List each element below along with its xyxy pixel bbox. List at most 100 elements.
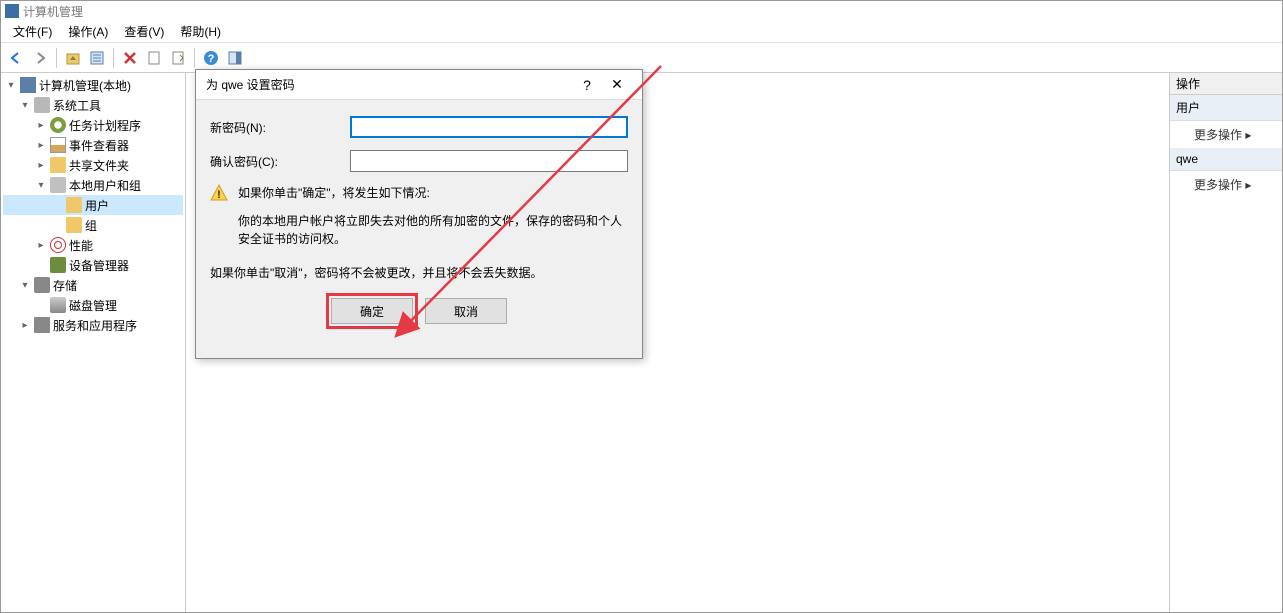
tree-label: 事件查看器	[69, 137, 129, 154]
tree-label: 本地用户和组	[69, 177, 141, 194]
tree-label: 设备管理器	[69, 257, 129, 274]
tools-icon	[34, 97, 50, 113]
help-icon[interactable]: ?	[572, 75, 602, 95]
up-button[interactable]	[62, 47, 84, 69]
expand-icon[interactable]: ▸	[35, 159, 47, 171]
users-group-icon	[50, 177, 66, 193]
collapse-icon[interactable]: ▾	[35, 179, 47, 191]
disk-icon	[50, 297, 66, 313]
set-password-dialog: 为 qwe 设置密码 ? ✕ 新密码(N): 确认密码(C): ! 如果你单击"…	[195, 69, 643, 359]
tree-device-manager[interactable]: 设备管理器	[3, 255, 183, 275]
computer-icon	[20, 77, 36, 93]
show-actions-button[interactable]	[224, 47, 246, 69]
expand-icon[interactable]: ▸	[35, 119, 47, 131]
close-icon[interactable]: ✕	[602, 75, 632, 95]
folder-open-icon	[66, 197, 82, 213]
actions-more-qwe[interactable]: 更多操作 ▸	[1170, 171, 1282, 198]
storage-icon	[34, 277, 50, 293]
tree-task-scheduler[interactable]: ▸ 任务计划程序	[3, 115, 183, 135]
export-button[interactable]	[167, 47, 189, 69]
app-window: 计算机管理 文件(F) 操作(A) 查看(V) 帮助(H) ? ▾计算机管理(本…	[0, 0, 1283, 613]
dialog-titlebar[interactable]: 为 qwe 设置密码 ? ✕	[196, 70, 642, 100]
tree-root[interactable]: ▾计算机管理(本地)	[3, 75, 183, 95]
tree-label: 任务计划程序	[69, 117, 141, 134]
folder-icon	[66, 217, 82, 233]
separator	[113, 48, 114, 68]
tree-label: 用户	[85, 197, 109, 214]
back-button[interactable]	[5, 47, 27, 69]
chevron-right-icon: ▸	[1245, 128, 1251, 142]
properties-button[interactable]	[86, 47, 108, 69]
titlebar: 计算机管理	[1, 1, 1282, 21]
tree-local-users-groups[interactable]: ▾ 本地用户和组	[3, 175, 183, 195]
collapse-icon[interactable]: ▾	[19, 279, 31, 291]
actions-panel: 操作 用户 更多操作 ▸ qwe 更多操作 ▸	[1169, 73, 1282, 612]
dialog-buttons: 确定 取消	[210, 290, 628, 342]
warning-icon: !	[210, 184, 228, 202]
collapse-icon[interactable]: ▾	[19, 99, 31, 111]
separator	[56, 48, 57, 68]
blank-icon	[51, 219, 63, 231]
warning-body: 你的本地用户帐户将立即失去对他的所有加密的文件，保存的密码和个人安全证书的访问权…	[210, 212, 628, 248]
delete-button[interactable]	[119, 47, 141, 69]
tree-performance[interactable]: ▸ 性能	[3, 235, 183, 255]
expand-icon[interactable]: ▸	[35, 139, 47, 151]
menu-file[interactable]: 文件(F)	[5, 20, 60, 43]
tree-label: 磁盘管理	[69, 297, 117, 314]
event-icon	[50, 137, 66, 153]
tree-event-viewer[interactable]: ▸ 事件查看器	[3, 135, 183, 155]
new-password-row: 新密码(N):	[210, 116, 628, 138]
dialog-body: 新密码(N): 确认密码(C): ! 如果你单击"确定"，将发生如下情况: 你的…	[196, 100, 642, 358]
tree-groups[interactable]: 组	[3, 215, 183, 235]
confirm-password-input[interactable]	[350, 150, 628, 172]
menubar: 文件(F) 操作(A) 查看(V) 帮助(H)	[1, 21, 1282, 43]
warning-heading: 如果你单击"确定"，将发生如下情况:	[238, 184, 430, 202]
tree-label: 共享文件夹	[69, 157, 129, 174]
svg-text:?: ?	[208, 53, 215, 65]
tree-label: 系统工具	[53, 97, 101, 114]
folder-icon	[50, 157, 66, 173]
tree-label: 性能	[69, 237, 93, 254]
tree-storage[interactable]: ▾ 存储	[3, 275, 183, 295]
expand-icon[interactable]: ▸	[35, 239, 47, 251]
blank-icon	[51, 199, 63, 211]
app-icon	[5, 4, 19, 18]
blank-icon	[35, 259, 47, 271]
window-title: 计算机管理	[23, 3, 83, 20]
actions-link-label: 更多操作	[1194, 178, 1242, 192]
dialog-title: 为 qwe 设置密码	[206, 76, 572, 93]
actions-more-users[interactable]: 更多操作 ▸	[1170, 121, 1282, 148]
performance-icon	[50, 237, 66, 253]
forward-button[interactable]	[29, 47, 51, 69]
tree-label: 组	[85, 217, 97, 234]
refresh-button[interactable]	[143, 47, 165, 69]
menu-view[interactable]: 查看(V)	[116, 20, 172, 43]
chevron-right-icon: ▸	[1245, 178, 1251, 192]
menu-help[interactable]: 帮助(H)	[172, 20, 229, 43]
actions-section-users: 用户	[1170, 95, 1282, 121]
menu-action[interactable]: 操作(A)	[60, 20, 116, 43]
tree-label: 存储	[53, 277, 77, 294]
new-password-input[interactable]	[350, 116, 628, 138]
help-button[interactable]: ?	[200, 47, 222, 69]
tree-system-tools[interactable]: ▾ 系统工具	[3, 95, 183, 115]
service-icon	[34, 317, 50, 333]
actions-section-qwe: qwe	[1170, 148, 1282, 171]
blank-icon	[35, 299, 47, 311]
confirm-password-label: 确认密码(C):	[210, 153, 350, 170]
tree-disk-mgmt[interactable]: 磁盘管理	[3, 295, 183, 315]
nav-tree[interactable]: ▾计算机管理(本地) ▾ 系统工具 ▸ 任务计划程序 ▸ 事件查看器 ▸ 共享文件夹 ▾…	[1, 73, 186, 612]
actions-link-label: 更多操作	[1194, 128, 1242, 142]
tree-services-apps[interactable]: ▸ 服务和应用程序	[3, 315, 183, 335]
collapse-icon[interactable]: ▾	[5, 79, 17, 91]
cancel-info: 如果你单击"取消"，密码将不会被更改，并且将不会丢失数据。	[210, 264, 628, 282]
device-manager-icon	[50, 257, 66, 273]
expand-icon[interactable]: ▸	[19, 319, 31, 331]
cancel-button[interactable]: 取消	[425, 298, 507, 324]
tree-label: 服务和应用程序	[53, 317, 137, 334]
ok-button[interactable]: 确定	[331, 298, 413, 324]
new-password-label: 新密码(N):	[210, 119, 350, 136]
tree-shared-folders[interactable]: ▸ 共享文件夹	[3, 155, 183, 175]
tree-users[interactable]: 用户	[3, 195, 183, 215]
separator	[194, 48, 195, 68]
